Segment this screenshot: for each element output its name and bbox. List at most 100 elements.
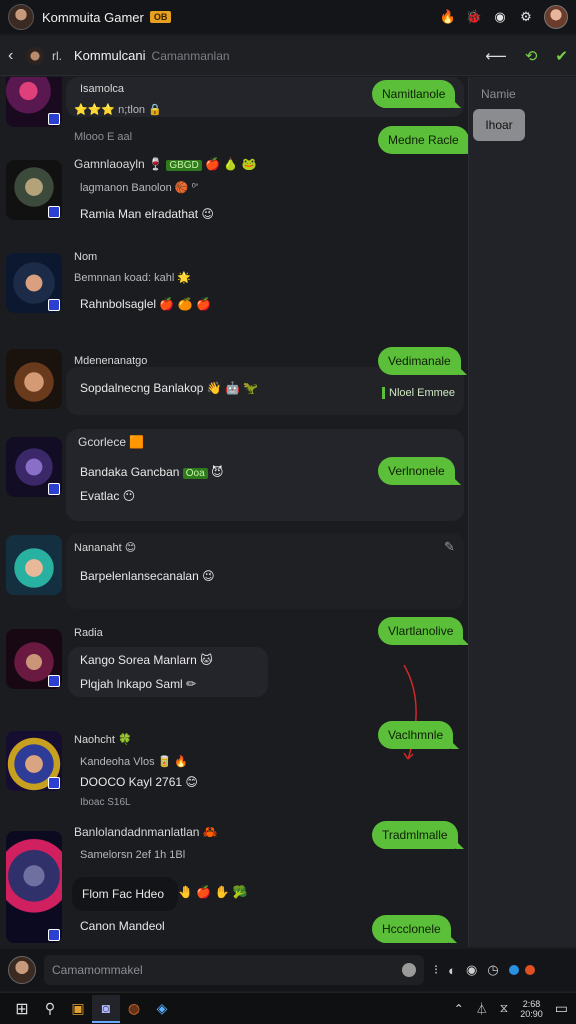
message-text: Plqjah lnkapo Saml ✏ [80,677,197,691]
folder-icon[interactable]: ▣ [64,995,92,1023]
avatar[interactable] [6,253,62,313]
message: Naohcht 🍀 Kandeoha Vlos 🥫 🔥 DOOCO Kayl 2… [0,721,468,811]
discord-icon[interactable]: ◉ [492,9,508,25]
chevron-up-icon[interactable]: ⌃ [454,1002,464,1016]
timer-icon[interactable]: ◷ [487,962,498,978]
message-text: DOOCO Kayl 2761 😊 [80,775,198,789]
message-text: Kango Sorea Manlarn 🐱 [80,653,213,667]
windows-start-icon[interactable]: ⊞ [8,995,36,1023]
back-icon[interactable]: ‹ [8,47,22,65]
input-bar: Camamommakel ⁝ ◐ ◉ ◷ [0,949,576,991]
sender-name: Radia [74,627,103,639]
message-meta: Mlooo E aal [74,131,133,143]
chat-area[interactable]: Isamolca ⭐⭐⭐ n;tlon 🔒 Mlooo E aal Namitl… [0,77,468,947]
sender-name: Gcorlece 🟧 [78,435,145,449]
tag-icon [48,299,60,311]
message-text: Sopdalnecng Banlakop 👋 🤖 🦖 [80,381,259,395]
mic-icon[interactable] [402,963,416,977]
tag-icon [48,206,60,218]
reply-bubble[interactable]: Tradmlmalle [372,821,464,849]
arrow-left-icon[interactable]: ⟵ [485,47,507,65]
tag-icon [48,929,60,941]
sender-name: Mdenenanatgo [74,355,148,367]
message-text: Samelorsn 2ef 1h 1Bl [80,849,186,861]
message-text: Rahnbolsaglel 🍎 🍊 🍎 [80,297,211,311]
title-bar: Kommuita Gamer OB 🔥 🐞 ◉ ⚙ [0,0,576,34]
tag-icon [48,777,60,789]
reply-quote: Nloel Emmee [382,387,455,399]
clock-time: 2:68 [522,998,541,1009]
avatar[interactable] [6,629,62,689]
emoji-icon[interactable]: ◐ [448,963,456,978]
taskbar: ⊞ ⚲ ▣ ◙ ◍ ◈ ⌃ ⏃ ⧖ 2:68 20:90 ▭ [0,992,576,1024]
reply-bubble[interactable]: Namitlanole [372,80,462,108]
chat-name[interactable]: Kommulcani [74,48,146,63]
chat-app-icon[interactable]: ◙ [92,994,120,1023]
message-text: Barpelenlansecanalan 😉 [80,569,215,583]
message: Nananaht 😊 Barpelenlansecanalan 😉 ✎ [0,533,468,613]
user-avatar[interactable] [544,5,568,29]
side-panel: Namie Ihoar [468,77,576,947]
message-text: Ramia Man elradathat 😉 [80,207,214,221]
message-text: Evatlac 😶 [80,489,136,503]
chat-avatar[interactable] [26,46,44,65]
sender-name: Nananaht 😊 [74,542,137,554]
network-icon[interactable]: ⏃ [476,1000,488,1017]
message-text: ⭐⭐⭐ n;tlon 🔒 [74,104,162,116]
status-badge: Ooa [182,468,208,479]
reply-bubble[interactable]: Vaclhmnle [378,721,460,749]
avatar[interactable] [6,77,62,127]
fire-icon[interactable]: 🔥 [440,9,456,25]
tag-icon [48,113,60,125]
sender-name: Nom [74,251,98,263]
reply-bubble[interactable]: Verlnonele [378,457,461,485]
avatar[interactable] [6,160,62,220]
attach-icon[interactable]: ⁝ [434,962,438,978]
avatar[interactable] [6,831,62,943]
side-panel-label: Namie [481,87,516,101]
message-input[interactable]: Camamommakel [44,955,424,985]
chat-header: ‹ rl. Kommulcani Camanmanlan ⟵ ⟲ ✔ [0,36,576,76]
search-icon[interactable]: ⚲ [36,995,64,1023]
message: Radia Kango Sorea Manlarn 🐱 Plqjah lnkap… [0,617,468,707]
app-avatar[interactable] [8,4,34,30]
edit-icon[interactable]: ✎ [444,539,455,555]
speaker-icon[interactable]: ⧖ [500,1001,508,1016]
clock-date: 20:90 [520,1008,543,1019]
reply-bubble[interactable]: Medne Racle [378,126,468,154]
check-icon[interactable]: ✔ [555,47,568,65]
bug-icon[interactable]: 🐞 [466,9,482,25]
self-avatar[interactable] [8,956,36,984]
message: Nom Bemnnan koad: kahl 🌟 Rahnbolsaglel 🍎… [0,249,468,329]
reply-bubble[interactable]: Vlartlanolive [378,617,468,645]
tag-icon [48,675,60,687]
avatar[interactable] [6,731,62,791]
side-panel-button[interactable]: Ihoar [473,109,525,141]
message-meta: Iboac S16L [80,797,131,808]
chat-number: rl. [52,48,62,63]
status-badge: GBGD [166,160,202,171]
message-text: lagmanon Banolon 🏀 ⁰' [80,182,199,194]
clock[interactable]: 2:68 20:90 [520,999,543,1019]
reply-bubble[interactable]: Hccclonele [372,915,457,943]
status-dot-orange [524,965,535,975]
notification-icon[interactable]: ▭ [555,1000,568,1017]
gear-icon[interactable]: ⚙ [518,9,534,25]
app-badge: OB [149,11,172,23]
avatar[interactable] [6,349,62,409]
tag-icon [48,483,60,495]
status-dot-blue [508,965,519,975]
message: Banlolandadnmanlatlan 🦀 Samelorsn 2ef 1h… [0,821,468,947]
store-icon[interactable]: ◈ [148,995,176,1023]
message: Mdenenanatgo Sopdalnecng Banlakop 👋 🤖 🦖 … [0,345,468,425]
message-text: Bandaka Gancban Ooa 😈 [80,465,224,479]
sticker-icon[interactable]: ◉ [466,962,477,978]
chat-subtitle: Camanmanlan [151,48,230,63]
browser-icon[interactable]: ◍ [120,995,148,1023]
refresh-icon[interactable]: ⟲ [525,47,538,65]
message: Isamolca ⭐⭐⭐ n;tlon 🔒 Mlooo E aal Namitl… [0,77,468,157]
avatar[interactable] [6,437,62,497]
reaction-emojis[interactable]: 🤚 🍎 ✋ 🥦 [178,885,248,899]
avatar[interactable] [6,535,62,595]
reply-bubble[interactable]: Vedimanale [378,347,467,375]
